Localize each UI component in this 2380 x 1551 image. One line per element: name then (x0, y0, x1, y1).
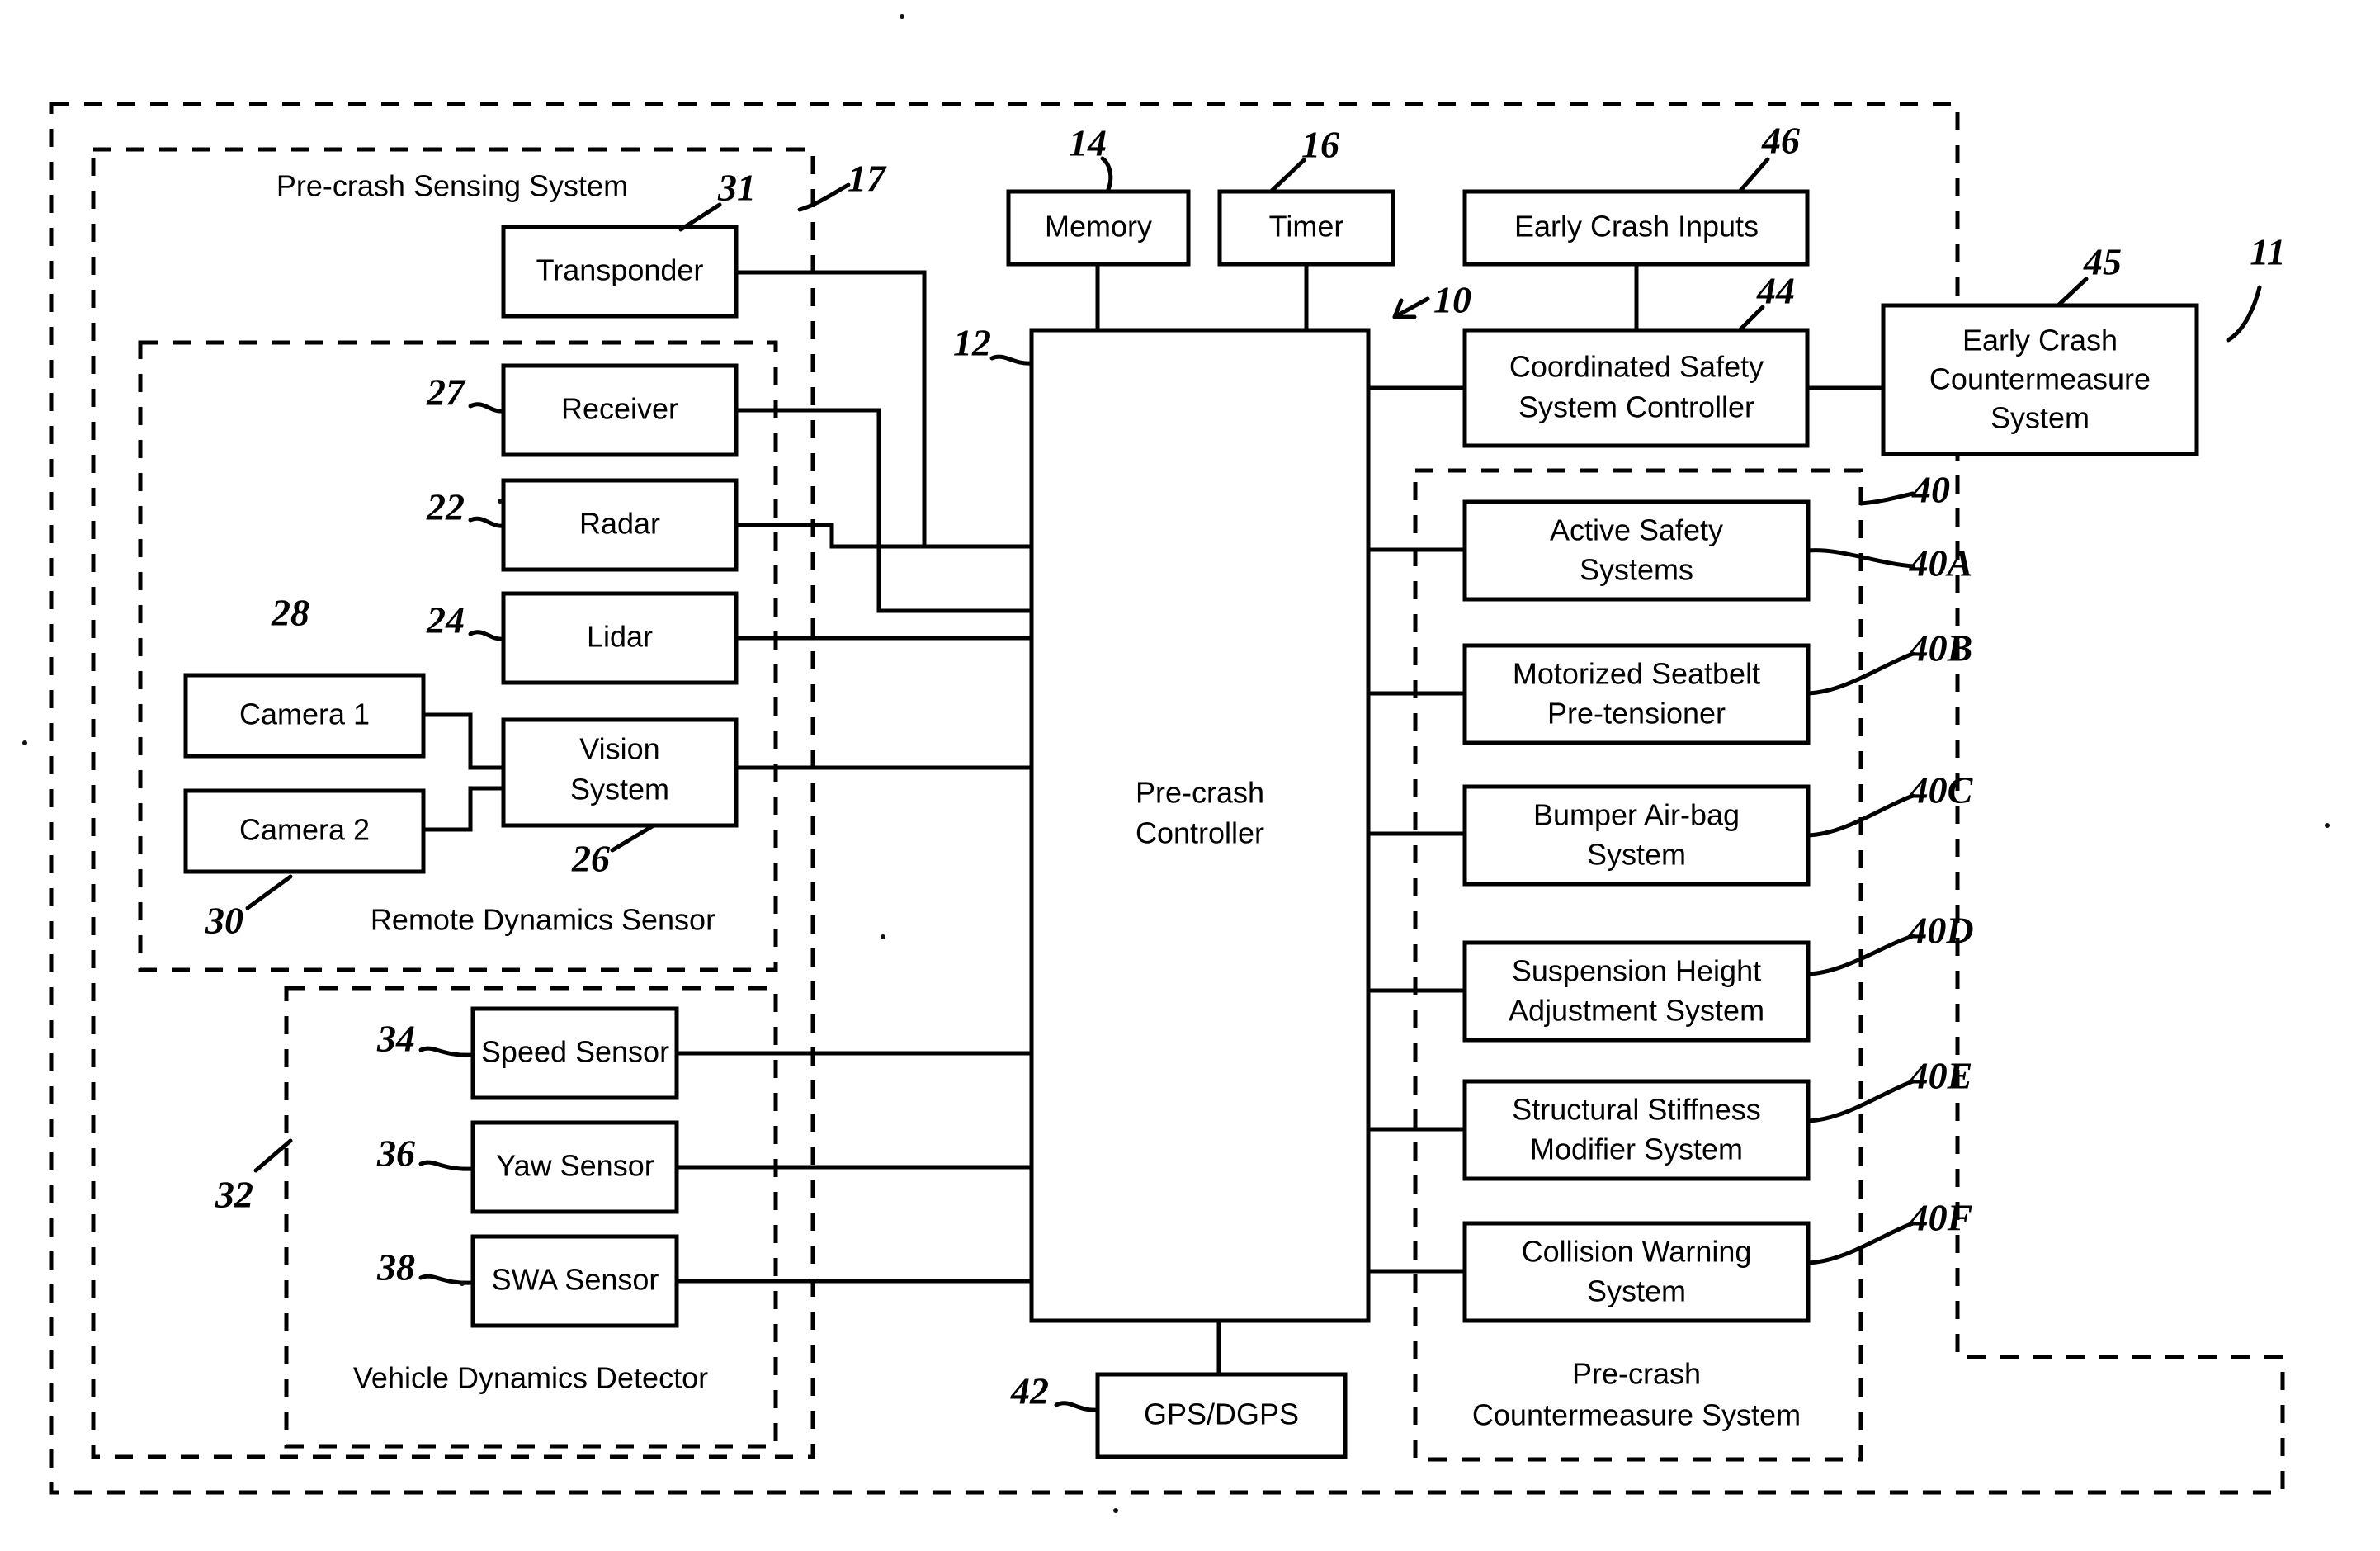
group-label-pre-crash-countermeasure-system-line2: Countermeasure System (1472, 1398, 1801, 1432)
ref-numeral-26: 26 (571, 838, 610, 880)
scan-speck (22, 740, 27, 745)
ref-numeral-28: 28 (271, 592, 309, 634)
ref-numeral-12: 12 (953, 322, 991, 364)
block-active-safety-systems-label-2: Systems (1580, 553, 1693, 587)
leader-46 (1737, 157, 1770, 194)
leader-34 (418, 1046, 475, 1057)
leader-16 (1268, 158, 1306, 194)
scan-speck (498, 499, 503, 504)
ref-numeral-34: 34 (376, 1018, 415, 1060)
ref-numeral-32: 32 (215, 1174, 253, 1216)
ref-numeral-40: 40 (1911, 469, 1950, 511)
block-pre-crash-controller-label-1: Pre-crash (1136, 776, 1264, 810)
leader-44 (1737, 305, 1765, 333)
wire-radar-to-controller (736, 523, 924, 549)
block-early-crash-cms-label-2: Countermeasure (1929, 362, 2151, 396)
ref-numeral-45: 45 (2083, 241, 2122, 283)
block-radar-label: Radar (579, 507, 660, 541)
block-swa-sensor-label: SWA Sensor (492, 1263, 659, 1297)
block-stiffness-label-2: Modifier System (1530, 1133, 1743, 1166)
block-vision-system-label-2: System (570, 773, 669, 806)
group-label-remote-dynamics-sensor: Remote Dynamics Sensor (371, 903, 715, 937)
block-seatbelt-label-1: Motorized Seatbelt (1513, 657, 1760, 691)
leader-17 (797, 182, 851, 212)
block-vision-system-label-1: Vision (579, 732, 659, 766)
wire-receiver-to-controller (736, 408, 1032, 613)
ref-numeral-38: 38 (376, 1246, 415, 1289)
leader-38 (418, 1274, 475, 1285)
leader-11 (2226, 285, 2262, 343)
ref-numeral-30: 30 (205, 900, 243, 942)
scan-speck (1113, 1508, 1118, 1513)
leader-45 (2056, 277, 2089, 308)
leader-42 (1054, 1401, 1100, 1412)
ref-numeral-24: 24 (426, 599, 465, 641)
leader-24 (468, 630, 506, 641)
figure-canvas: Transponder Receiver Radar Lidar Camera … (0, 0, 2380, 1551)
scan-speck (881, 934, 885, 939)
leader-30 (245, 874, 293, 910)
block-camera-2-label: Camera 2 (239, 813, 370, 847)
block-coordinated-safety-controller-label-1: Coordinated Safety (1509, 350, 1764, 384)
block-pre-crash-controller-label-2: Controller (1136, 816, 1264, 850)
ref-numeral-27: 27 (426, 371, 466, 414)
block-suspension-label-2: Adjustment System (1509, 994, 1764, 1028)
ref-numeral-10: 10 (1433, 279, 1471, 321)
group-label-pre-crash-countermeasure-system-line1: Pre-crash (1572, 1357, 1701, 1391)
ref-numeral-40C: 40C (1909, 769, 1974, 811)
block-gps-dgps-label: GPS/DGPS (1144, 1397, 1299, 1431)
block-speed-sensor-label: Speed Sensor (481, 1035, 669, 1069)
scan-speck (460, 1281, 465, 1286)
block-collision-warning-label-2: System (1587, 1274, 1686, 1308)
ref-numeral-40E: 40E (1909, 1055, 1973, 1097)
ref-numeral-40B: 40B (1909, 627, 1973, 669)
leader-22 (468, 516, 506, 528)
scan-speck (2325, 823, 2330, 828)
leader-40 (1858, 491, 1915, 506)
leader-26 (610, 823, 656, 853)
leader-36 (418, 1160, 475, 1171)
block-yaw-sensor-label: Yaw Sensor (496, 1149, 654, 1183)
block-memory-label: Memory (1045, 210, 1152, 244)
leader-27 (468, 402, 506, 414)
scan-speck (900, 14, 904, 19)
block-early-crash-cms-label-1: Early Crash (1962, 324, 2118, 357)
ref-numeral-36: 36 (376, 1133, 415, 1175)
ref-numeral-40A: 40A (1909, 542, 1973, 584)
group-label-pre-crash-sensing-system: Pre-crash Sensing System (276, 169, 628, 203)
block-early-crash-cms-label-3: System (1990, 401, 2090, 435)
block-seatbelt-label-2: Pre-tensioner (1547, 697, 1726, 731)
ref-numeral-17: 17 (848, 158, 887, 200)
block-bumper-airbag-label-1: Bumper Air-bag (1533, 798, 1740, 832)
ref-numeral-31: 31 (717, 167, 756, 209)
leader-12 (989, 354, 1034, 366)
block-coordinated-safety-controller-label-2: System Controller (1518, 390, 1754, 424)
ref-numeral-40D: 40D (1907, 910, 1973, 952)
ref-numeral-22: 22 (426, 486, 465, 528)
block-stiffness-label-1: Structural Stiffness (1512, 1093, 1760, 1127)
block-collision-warning-label-1: Collision Warning (1522, 1235, 1752, 1269)
block-bumper-airbag-label-2: System (1587, 838, 1686, 872)
block-lidar-label: Lidar (587, 620, 653, 654)
ref-numeral-40F: 40F (1909, 1197, 1973, 1239)
ref-numeral-46: 46 (1761, 120, 1800, 162)
block-camera-1-label: Camera 1 (239, 697, 370, 731)
block-timer-label: Timer (1269, 210, 1344, 244)
group-label-vehicle-dynamics-detector: Vehicle Dynamics Detector (353, 1361, 708, 1395)
ref-numeral-16: 16 (1301, 124, 1339, 166)
block-active-safety-systems-label-1: Active Safety (1550, 513, 1723, 547)
block-transponder-label: Transponder (536, 253, 704, 287)
block-diagram: Transponder Receiver Radar Lidar Camera … (22, 14, 2330, 1513)
ref-numeral-11: 11 (2250, 231, 2285, 273)
block-early-crash-inputs-label: Early Crash Inputs (1514, 210, 1759, 244)
block-receiver-label: Receiver (561, 392, 678, 426)
block-coordinated-safety-system-controller[interactable] (1462, 328, 1810, 448)
ref-numeral-42: 42 (1010, 1370, 1049, 1412)
block-suspension-label-1: Suspension Height (1512, 954, 1761, 988)
